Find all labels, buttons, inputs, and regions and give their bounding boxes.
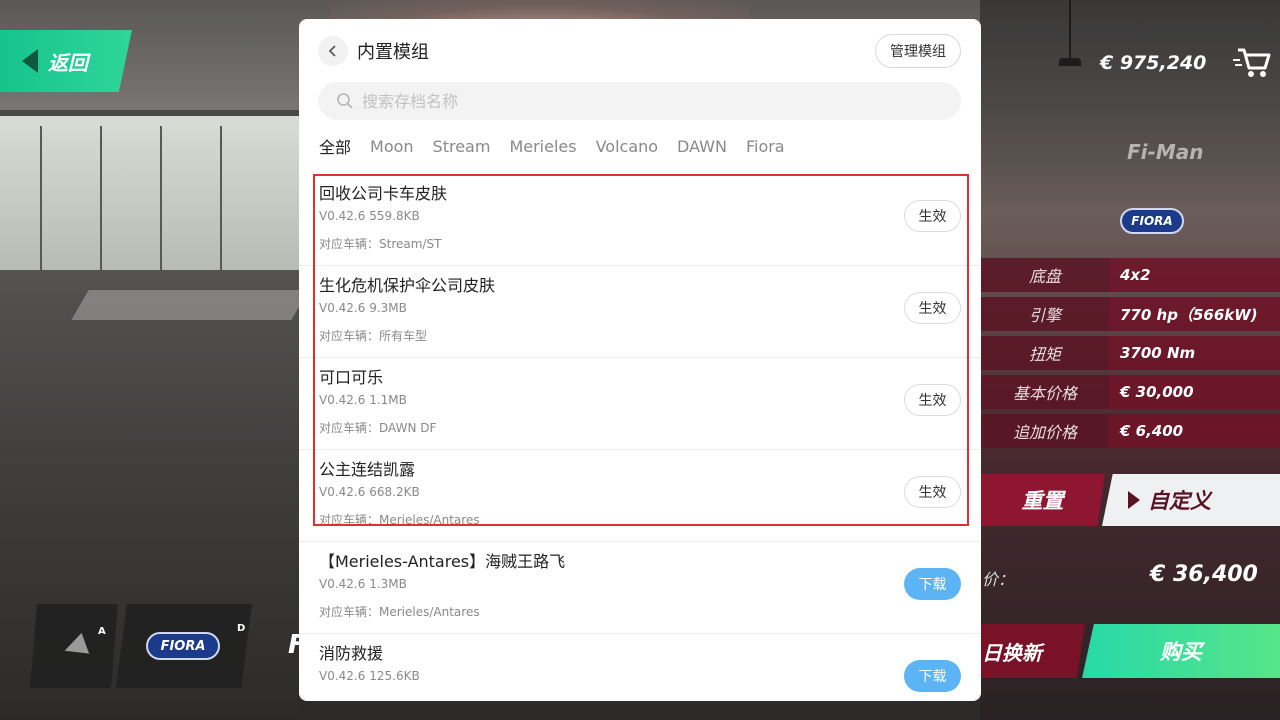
mod-name: 回收公司卡车皮肤 [319, 184, 448, 203]
back-button-label: 返回 [48, 50, 88, 75]
lamp-cord [1069, 0, 1071, 58]
mod-meta: V0.42.6 559.8KB [319, 209, 420, 223]
mod-meta: V0.42.6 668.2KB [319, 485, 420, 499]
total-price: € 36,400 [1150, 562, 1258, 587]
stat-label: 底盘 [980, 258, 1110, 292]
chevron-left-icon [328, 45, 336, 57]
mod-list-item: 生化危机保护伞公司皮肤 V0.42.6 9.3MB 对应车辆：所有车型 生效 [299, 266, 981, 358]
builtin-mods-dialog: 内置模组 管理模组 全部 Moon Stream Merieles Volcan… [299, 19, 981, 701]
play-arrow-icon [1128, 491, 1140, 509]
apply-button[interactable]: 生效 [904, 200, 961, 232]
search-icon [337, 93, 353, 109]
mod-meta: V0.42.6 1.3MB [319, 577, 407, 591]
stat-value: € 6,400 [1108, 414, 1280, 448]
trade-in-button[interactable]: 日换新 [980, 624, 1085, 678]
mod-list-item: 【Merieles-Antares】海贼王路飞 V0.42.6 1.3MB 对应… [299, 542, 981, 634]
stat-row-chassis: 底盘 4x2 [980, 258, 1280, 292]
tab-merieles[interactable]: Merieles [509, 137, 576, 156]
search-input[interactable] [362, 91, 922, 111]
car-name: Fi-Man [1127, 140, 1204, 164]
total-price-label: 价： [982, 570, 1015, 589]
back-button[interactable]: 返回 [0, 30, 132, 92]
tab-volcano[interactable]: Volcano [596, 137, 658, 156]
mod-meta: V0.42.6 1.1MB [319, 393, 407, 407]
scene-floor-stripe [71, 290, 309, 320]
mod-vehicle: 对应车辆：所有车型 [319, 329, 428, 343]
apply-button[interactable]: 生效 [904, 476, 961, 508]
manage-mods-button[interactable]: 管理模组 [875, 34, 961, 68]
stat-label: 引擎 [980, 297, 1110, 331]
mod-list-item: 可口可乐 V0.42.6 1.1MB 对应车辆：DAWN DF 生效 [299, 358, 981, 450]
stat-row-engine: 引擎 770 hp（566kW) [980, 297, 1280, 331]
stat-label: 追加价格 [980, 414, 1110, 448]
tab-dawn[interactable]: DAWN [677, 137, 727, 156]
reset-button[interactable]: 重置 [980, 474, 1105, 526]
key-hint-a: A [98, 626, 106, 637]
stat-label: 基本价格 [980, 375, 1110, 409]
lamp-icon [1059, 58, 1081, 66]
apply-button[interactable]: 生效 [904, 292, 961, 324]
brand-logo: FIORA [1120, 208, 1184, 234]
stat-row-extra-price: 追加价格 € 6,400 [980, 414, 1280, 448]
stat-value: 770 hp（566kW) [1108, 297, 1280, 331]
stat-row-base-price: 基本价格 € 30,000 [980, 375, 1280, 409]
mod-vehicle: 对应车辆：Merieles/Antares [319, 605, 480, 619]
customize-button[interactable]: 自定义 [1102, 474, 1280, 526]
apply-button[interactable]: 生效 [904, 384, 961, 416]
stat-row-torque: 扭矩 3700 Nm [980, 336, 1280, 370]
stat-value: 4x2 [1108, 258, 1280, 292]
buy-button[interactable]: 购买 [1082, 624, 1280, 678]
key-hint-d: D [237, 623, 246, 634]
dialog-header: 内置模组 管理模组 [299, 19, 981, 85]
back-arrow-icon [22, 49, 38, 73]
mod-vehicle: 对应车辆：DAWN DF [319, 421, 437, 435]
dialog-back-button[interactable] [318, 36, 348, 66]
category-tabs: 全部 Moon Stream Merieles Volcano DAWN Fio… [319, 133, 785, 159]
mod-vehicle: 对应车辆：Stream/ST [319, 237, 442, 251]
tab-all[interactable]: 全部 [319, 134, 351, 158]
brand-logo-small: FIORA [146, 632, 220, 660]
mod-name: 可口可乐 [319, 368, 384, 387]
stat-value: € 30,000 [1108, 375, 1280, 409]
stat-label: 扭矩 [980, 336, 1110, 370]
money-balance: € 975,240 [1100, 52, 1207, 74]
mod-list-item: 消防救援 V0.42.6 125.6KB 下载 [299, 634, 981, 701]
stat-value: 3700 Nm [1108, 336, 1280, 370]
mod-list-item: 公主连结凯露 V0.42.6 668.2KB 对应车辆：Merieles/Ant… [299, 450, 981, 542]
mod-name: 公主连结凯露 [319, 460, 416, 479]
tab-moon[interactable]: Moon [370, 137, 414, 156]
mod-name: 消防救援 [319, 644, 384, 663]
tab-fiora[interactable]: Fiora [746, 137, 785, 156]
mod-list-item: 回收公司卡车皮肤 V0.42.6 559.8KB 对应车辆：Stream/ST … [299, 174, 981, 266]
dialog-title: 内置模组 [357, 42, 429, 63]
search-bar [318, 82, 961, 120]
mod-meta: V0.42.6 9.3MB [319, 301, 407, 315]
customize-button-label: 自定义 [1148, 489, 1211, 513]
tab-stream[interactable]: Stream [433, 137, 491, 156]
download-button[interactable]: 下载 [904, 568, 961, 600]
download-button[interactable]: 下载 [904, 660, 961, 692]
cart-icon[interactable] [1232, 42, 1272, 82]
mod-meta: V0.42.6 125.6KB [319, 669, 420, 683]
mod-vehicle: 对应车辆：Merieles/Antares [319, 513, 480, 527]
mod-name: 【Merieles-Antares】海贼王路飞 [319, 552, 566, 571]
mod-name: 生化危机保护伞公司皮肤 [319, 276, 496, 295]
scene-window [0, 110, 300, 276]
